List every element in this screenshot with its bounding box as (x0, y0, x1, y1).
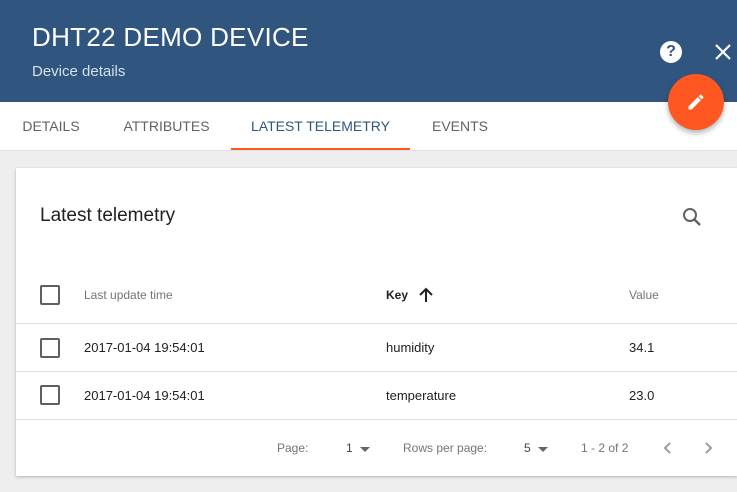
row-time: 2017-01-04 19:54:01 (84, 388, 205, 403)
pencil-icon (688, 94, 704, 110)
active-tab-indicator (231, 148, 410, 150)
edit-button[interactable] (668, 74, 724, 130)
row-time: 2017-01-04 19:54:01 (84, 340, 205, 355)
page-range: 1 - 2 of 2 (581, 441, 629, 455)
chevron-down-icon (538, 447, 548, 452)
tab-latest-telemetry[interactable]: LATEST TELEMETRY (231, 102, 410, 150)
rows-per-page-value: 5 (524, 441, 531, 455)
divider (16, 323, 737, 324)
telemetry-card: Latest telemetry Last update time Key Va… (16, 168, 737, 476)
tab-events[interactable]: EVENTS (410, 102, 510, 150)
divider (16, 371, 737, 372)
row-value: 34.1 (629, 340, 655, 355)
row-key: temperature (386, 388, 457, 403)
tab-details[interactable]: DETAILS (0, 102, 102, 150)
card-title: Latest telemetry (40, 205, 176, 226)
page-value: 1 (346, 441, 353, 455)
dialog-header: DHT22 DEMO DEVICE Device details ? (0, 0, 737, 102)
close-icon[interactable] (712, 41, 734, 63)
column-header-time[interactable]: Last update time (84, 288, 173, 302)
device-subtitle: Device details (32, 63, 126, 80)
chevron-down-icon (360, 447, 370, 452)
row-checkbox[interactable] (40, 338, 60, 358)
help-icon[interactable]: ? (660, 41, 682, 63)
column-header-value[interactable]: Value (629, 288, 659, 302)
next-page-icon[interactable] (700, 440, 716, 456)
row-key: humidity (386, 340, 435, 355)
column-header-key[interactable]: Key (386, 288, 408, 302)
select-all-checkbox[interactable] (40, 285, 60, 305)
tab-bar: DETAILS ATTRIBUTES LATEST TELEMETRY EVEN… (0, 102, 737, 151)
arrow-up-icon[interactable] (416, 285, 436, 305)
previous-page-icon[interactable] (660, 440, 676, 456)
device-title: DHT22 DEMO DEVICE (32, 22, 309, 52)
tab-attributes[interactable]: ATTRIBUTES (102, 102, 231, 150)
search-icon[interactable] (680, 205, 704, 229)
row-checkbox[interactable] (40, 385, 60, 405)
page-label: Page: (277, 441, 309, 455)
row-value: 23.0 (629, 388, 655, 403)
divider (16, 419, 737, 420)
rows-per-page-label: Rows per page: (403, 441, 488, 455)
